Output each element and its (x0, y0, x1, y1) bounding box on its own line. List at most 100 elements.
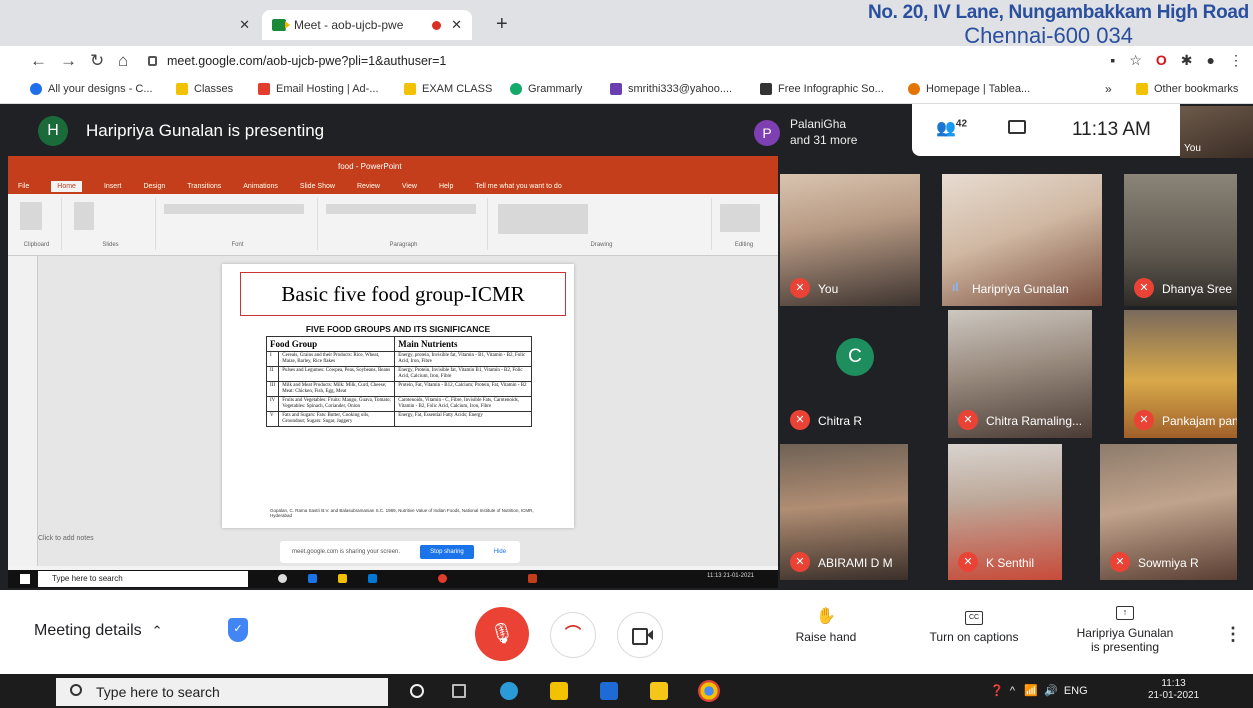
windows-taskbar: Type here to search ❓ ^ 📶 🔊 ENG 11:13 21… (0, 674, 1253, 708)
taskbar-search[interactable]: Type here to search (56, 678, 388, 706)
people-button[interactable]: 👥42 (936, 118, 967, 138)
reload-icon[interactable]: ↻ (90, 51, 104, 71)
participant-name: K Senthil (986, 556, 1035, 570)
hide-button[interactable]: Hide (494, 549, 506, 555)
address-bar: ← → ↻ ⌂ meet.google.com/aob-ujcb-pwe?pli… (0, 46, 1253, 76)
mic-toggle-button[interactable]: 🎙 (475, 607, 529, 661)
task-view-icon[interactable] (452, 684, 466, 698)
self-view-thumbnail[interactable]: You (1180, 106, 1253, 158)
star-icon[interactable]: ☆ (1129, 52, 1142, 69)
leave-call-button[interactable]: ⌒ (550, 612, 596, 658)
cortana-icon[interactable] (410, 684, 424, 698)
notes-placeholder[interactable]: Click to add notes (38, 535, 94, 542)
more-bookmarks-icon[interactable]: » (1105, 82, 1112, 96)
participant-name: Chitra R (818, 414, 863, 428)
presenting-status-button[interactable]: ↑ Haripriya Gunalan is presenting (1066, 602, 1184, 654)
captions-button[interactable]: CC Turn on captions (916, 606, 1032, 644)
menu-dots-icon[interactable]: ⋮ (1229, 52, 1243, 69)
tell-me-box[interactable]: Tell me what you want to do (475, 183, 561, 190)
camera-icon[interactable]: ▪ (1110, 52, 1115, 69)
meeting-details-button[interactable]: Meeting details ⌃ (34, 622, 163, 640)
network-icon[interactable]: 📶 (1024, 685, 1038, 697)
ribbon-tab[interactable]: View (402, 183, 417, 190)
chevron-up-icon: ⌃ (151, 623, 163, 638)
bookmark-item[interactable]: Email Hosting | Ad-... (258, 83, 379, 95)
participant-tile[interactable]: ✕ Dhanya Sree (1124, 174, 1237, 306)
chrome-icon[interactable] (698, 680, 720, 702)
recording-dot-icon (432, 20, 442, 30)
participant-tile[interactable]: ✕ Pankajam panka... (1124, 310, 1237, 438)
bookmark-item[interactable]: smrithi333@yahoo.... (610, 83, 732, 95)
mic-off-icon: ✕ (1134, 410, 1154, 430)
chat-icon[interactable] (1008, 120, 1026, 134)
ribbon-tab[interactable]: Insert (104, 183, 122, 190)
participant-tile[interactable]: ✕ K Senthil (948, 444, 1062, 580)
puzzle-icon[interactable]: ✱ (1181, 52, 1193, 69)
home-icon[interactable]: ⌂ (118, 51, 128, 71)
back-icon[interactable]: ← (30, 51, 47, 71)
font-selector[interactable] (164, 204, 304, 214)
paragraph-controls[interactable] (326, 204, 476, 214)
powerpoint-titlebar: food - PowerPoint (8, 156, 778, 178)
participant-tile[interactable]: ✕ ABIRAMI D M (780, 444, 908, 580)
paste-icon[interactable] (20, 202, 42, 230)
camera-toggle-button[interactable] (617, 612, 663, 658)
edge-icon (308, 574, 317, 583)
close-tab-icon[interactable]: ✕ (239, 17, 250, 33)
ribbon-tab[interactable]: Transitions (187, 183, 221, 190)
participant-tile[interactable]: ✕ Chitra Ramaling... (948, 310, 1092, 438)
ribbon-group-font: Font (158, 198, 318, 250)
url-text: meet.google.com/aob-ujcb-pwe?pli=1&authu… (167, 54, 447, 68)
slide-thumbnails-pane[interactable] (8, 256, 38, 566)
file-explorer-icon[interactable] (550, 682, 568, 700)
browser-tab-meet[interactable]: Meet - aob-ujcb-pwe ✕ (262, 10, 472, 40)
language-indicator[interactable]: ENG (1064, 685, 1088, 697)
help-icon[interactable]: ❓ (990, 685, 1004, 697)
forward-icon[interactable]: → (60, 51, 77, 71)
others-avatar: P (754, 120, 780, 146)
new-slide-icon[interactable] (74, 202, 94, 230)
ribbon-tab[interactable]: Slide Show (300, 183, 335, 190)
participant-tile[interactable]: ıl Haripriya Gunalan (942, 174, 1102, 306)
participant-tile[interactable]: ✕ Sowmiya R (1100, 444, 1237, 580)
new-tab-button[interactable]: + (496, 13, 508, 36)
bookmark-item[interactable]: Free Infographic So... (760, 83, 884, 95)
shapes-gallery[interactable] (498, 204, 588, 234)
browser-tab-previous[interactable]: ✕ (60, 10, 260, 40)
ribbon-tab[interactable]: Animations (243, 183, 278, 190)
current-slide[interactable]: Basic five food group-ICMR FIVE FOOD GRO… (222, 264, 574, 528)
bookmark-item[interactable]: EXAM CLASS (404, 83, 492, 95)
extension-bug-icon[interactable]: ● (1207, 52, 1215, 69)
ribbon-tab[interactable]: File (18, 183, 29, 190)
ribbon-tab[interactable]: Home (51, 180, 82, 192)
sticky-notes-icon[interactable] (650, 682, 668, 700)
host-controls-shield-icon[interactable]: ✓ (228, 618, 248, 642)
url-field[interactable]: meet.google.com/aob-ujcb-pwe?pli=1&authu… (148, 50, 1028, 72)
taskbar-clock[interactable]: 11:13 21-01-2021 (1148, 678, 1199, 702)
find-replace[interactable] (720, 204, 760, 232)
opera-icon[interactable]: O (1156, 52, 1167, 69)
ribbon-tab[interactable]: Help (439, 183, 453, 190)
edge-icon[interactable] (500, 682, 518, 700)
table-row: V Fats and Sugars: Fats: Butter, Cooking… (265, 411, 532, 427)
bookmarks-bar: All your designs - C... Classes Email Ho… (0, 76, 1253, 104)
bookmark-item[interactable]: Classes (176, 83, 233, 95)
other-bookmarks[interactable]: Other bookmarks (1136, 83, 1238, 95)
stop-sharing-button[interactable]: Stop sharing (420, 545, 474, 559)
ribbon-tab[interactable]: Review (357, 183, 380, 190)
participant-tile[interactable]: C ✕ Chitra R (780, 310, 930, 438)
row-food-group: Fruits and Vegetables: Fruits: Mango, Gu… (278, 396, 396, 412)
close-tab-icon[interactable]: ✕ (451, 17, 462, 33)
store-icon[interactable] (600, 682, 618, 700)
bookmark-item[interactable]: Homepage | Tablea... (908, 83, 1030, 95)
raise-hand-button[interactable]: ✋ Raise hand (788, 606, 864, 644)
meet-top-panel: 👥42 11:13 AM (912, 104, 1180, 156)
tab-label: Meet - aob-ujcb-pwe (294, 18, 404, 32)
bookmark-item[interactable]: All your designs - C... (30, 83, 153, 95)
volume-icon[interactable]: 🔊 (1044, 685, 1058, 697)
mic-off-icon: ✕ (790, 410, 810, 430)
participant-tile[interactable]: ✕ You (780, 174, 920, 306)
more-options-icon[interactable]: ⋮ (1224, 624, 1242, 645)
bookmark-item[interactable]: Grammarly (510, 83, 582, 95)
ribbon-tab[interactable]: Design (143, 183, 165, 190)
